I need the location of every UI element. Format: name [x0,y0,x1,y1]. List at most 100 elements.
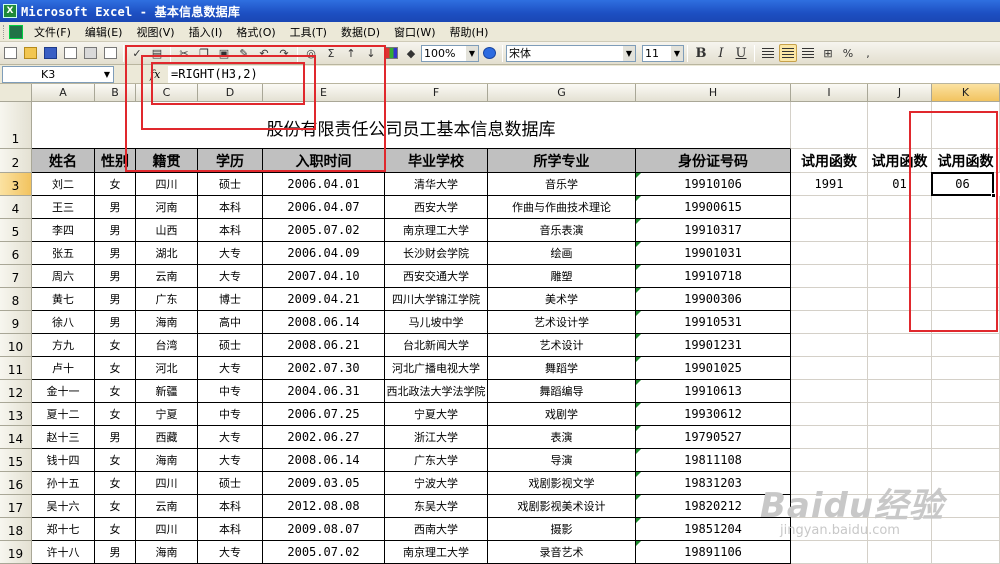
table-cell[interactable]: 四川 [136,472,198,495]
table-cell[interactable]: 作曲与作曲技术理论 [488,196,636,219]
id-number-cell[interactable]: 19910531 [636,311,791,334]
id-number-cell[interactable]: 19811108 [636,449,791,472]
table-cell[interactable]: 硕士 [198,173,263,196]
table-cell[interactable]: 孙十五 [32,472,95,495]
table-cell[interactable]: 录音艺术 [488,541,636,564]
table-cell[interactable]: 硕士 [198,472,263,495]
align-right-icon[interactable] [799,44,817,62]
table-cell[interactable]: 金十一 [32,380,95,403]
table-cell[interactable]: 2006.04.01 [263,173,385,196]
row-header-19[interactable]: 19 [0,541,32,564]
cell[interactable] [868,334,932,357]
cell[interactable] [791,357,868,380]
table-cell[interactable]: 大专 [198,426,263,449]
open-icon[interactable] [21,44,39,62]
table-cell[interactable]: 海南 [136,541,198,564]
cell[interactable] [932,380,1000,403]
table-cell[interactable]: 西藏 [136,426,198,449]
table-cell[interactable]: 艺术设计 [488,334,636,357]
table-cell[interactable]: 清华大学 [385,173,488,196]
table-cell[interactable]: 戏剧影视美术设计 [488,495,636,518]
menu-tools[interactable]: 工具(T) [285,24,336,40]
table-cell[interactable]: 吴十六 [32,495,95,518]
font-name-select[interactable]: 宋体 ▼ [506,44,636,62]
table-cell[interactable]: 男 [95,311,136,334]
table-cell[interactable]: 西南大学 [385,518,488,541]
id-number-cell[interactable]: 19820212 [636,495,791,518]
table-cell[interactable]: 男 [95,219,136,242]
new-icon[interactable] [1,44,19,62]
bold-icon[interactable]: B [692,44,710,62]
table-cell[interactable]: 博士 [198,288,263,311]
table-cell[interactable]: 2009.04.21 [263,288,385,311]
chevron-down-icon[interactable]: ▼ [671,45,683,61]
table-cell[interactable]: 雕塑 [488,265,636,288]
table-cell[interactable]: 宁波大学 [385,472,488,495]
id-number-cell[interactable]: 19910106 [636,173,791,196]
table-cell[interactable]: 新疆 [136,380,198,403]
comma-style-icon[interactable]: , [859,44,877,62]
cell[interactable] [791,472,868,495]
row-header-8[interactable]: 8 [0,288,32,311]
percent-style-icon[interactable]: % [839,44,857,62]
column-header-k[interactable]: K [932,84,1000,102]
table-cell[interactable]: 四川 [136,173,198,196]
table-cell[interactable]: 本科 [198,219,263,242]
id-number-cell[interactable]: 19831203 [636,472,791,495]
table-cell[interactable]: 女 [95,357,136,380]
zoom-select[interactable]: 100% ▼ [421,44,479,62]
table-cell[interactable]: 女 [95,334,136,357]
menu-insert[interactable]: 插入(I) [184,24,232,40]
table-cell[interactable]: 本科 [198,495,263,518]
row-header-10[interactable]: 10 [0,334,32,357]
column-header-j[interactable]: J [868,84,932,102]
table-cell[interactable]: 艺术设计学 [488,311,636,334]
id-number-cell[interactable]: 19901231 [636,334,791,357]
cell[interactable] [932,495,1000,518]
table-cell[interactable]: 2007.04.10 [263,265,385,288]
table-cell[interactable]: 河南 [136,196,198,219]
table-cell[interactable]: 台北新闻大学 [385,334,488,357]
table-cell[interactable]: 南京理工大学 [385,219,488,242]
table-cell[interactable]: 河北 [136,357,198,380]
underline-icon[interactable]: U [732,44,750,62]
id-number-cell[interactable]: 19910317 [636,219,791,242]
row-header-1[interactable]: 1 [0,102,32,149]
table-cell[interactable]: 2008.06.14 [263,449,385,472]
table-cell[interactable]: 导演 [488,449,636,472]
table-cell[interactable]: 戏剧影视文学 [488,472,636,495]
cell[interactable] [791,541,868,564]
id-number-cell[interactable]: 19930612 [636,403,791,426]
id-number-cell[interactable]: 19900306 [636,288,791,311]
table-cell[interactable]: 王三 [32,196,95,219]
table-cell[interactable]: 河北广播电视大学 [385,357,488,380]
column-header-g[interactable]: G [488,84,636,102]
table-cell[interactable]: 方九 [32,334,95,357]
table-cell[interactable]: 西安大学 [385,196,488,219]
menu-file[interactable]: 文件(F) [29,24,80,40]
table-cell[interactable]: 音乐学 [488,173,636,196]
table-cell[interactable]: 长沙财会学院 [385,242,488,265]
table-cell[interactable]: 本科 [198,196,263,219]
menu-edit[interactable]: 编辑(E) [80,24,132,40]
table-cell[interactable]: 2005.07.02 [263,219,385,242]
table-cell[interactable]: 夏十二 [32,403,95,426]
row-header-2[interactable]: 2 [0,149,32,173]
table-cell[interactable]: 周六 [32,265,95,288]
row-header-7[interactable]: 7 [0,265,32,288]
column-header-a[interactable]: A [32,84,95,102]
table-cell[interactable]: 西安交通大学 [385,265,488,288]
table-cell[interactable]: 本科 [198,518,263,541]
row-header-16[interactable]: 16 [0,472,32,495]
table-cell[interactable]: 卢十 [32,357,95,380]
table-cell[interactable]: 海南 [136,449,198,472]
cell[interactable] [932,426,1000,449]
cell[interactable] [791,196,868,219]
cell[interactable] [932,403,1000,426]
table-cell[interactable]: 大专 [198,265,263,288]
table-cell[interactable]: 2006.04.09 [263,242,385,265]
table-cell[interactable]: 女 [95,472,136,495]
cell[interactable] [791,403,868,426]
menu-help[interactable]: 帮助(H) [445,24,498,40]
cell[interactable] [791,242,868,265]
